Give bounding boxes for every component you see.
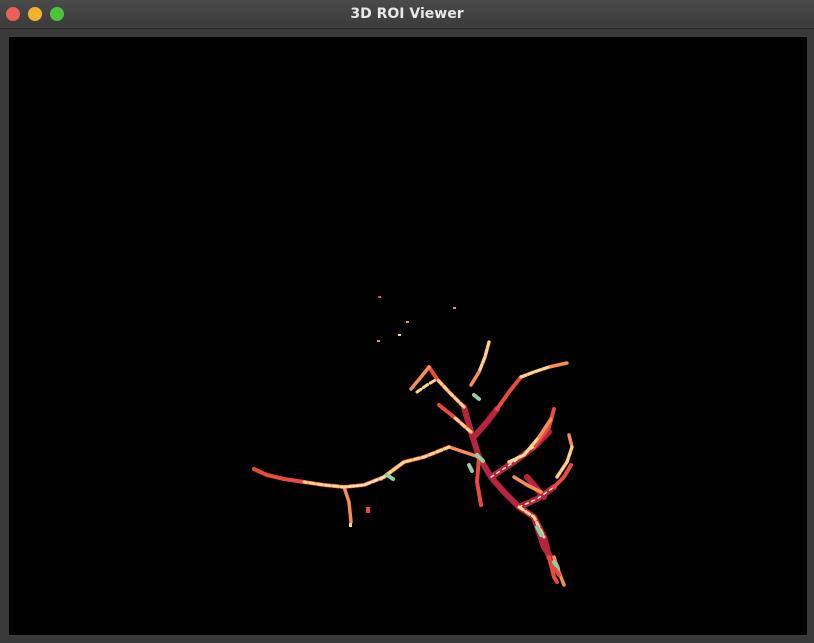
roi-isolated-specks: [349, 296, 456, 527]
roi-highlights: [302, 340, 574, 539]
roi-outer-branches: [342, 340, 574, 587]
title-bar[interactable]: 3D ROI Viewer: [0, 0, 814, 29]
3d-render-viewport[interactable]: [9, 37, 807, 635]
roi-mid-branches: [252, 365, 573, 584]
app-window: 3D ROI Viewer: [0, 0, 814, 643]
roi-bright-spots: [343, 446, 555, 508]
window-title: 3D ROI Viewer: [350, 6, 464, 22]
neuron-roi-render: [252, 296, 574, 587]
